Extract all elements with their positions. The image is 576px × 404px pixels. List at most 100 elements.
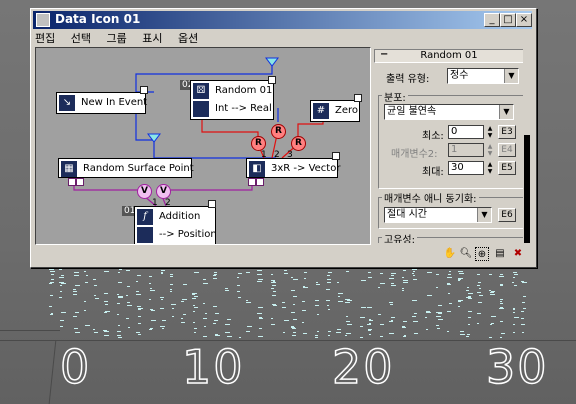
particle — [291, 277, 293, 278]
node-random-01[interactable]: ⚄ Random 01 Int --> Real — [190, 80, 274, 120]
node-random-surface-point[interactable]: ▦ Random Surface Point — [58, 158, 194, 178]
dice-icon: ⚄ — [193, 83, 209, 99]
v-circle[interactable]: V — [156, 184, 171, 199]
e4-button[interactable]: E4 — [498, 143, 516, 157]
particle — [50, 271, 55, 272]
zoom-region-icon[interactable]: ⊕ — [475, 247, 489, 261]
particle — [283, 332, 285, 333]
particle — [402, 327, 406, 328]
output-port[interactable] — [332, 152, 340, 160]
particle — [303, 333, 307, 334]
particle — [316, 282, 318, 283]
output-type-value: 정수 — [450, 70, 469, 81]
minimize-button[interactable]: _ — [484, 13, 500, 27]
particle — [105, 304, 108, 305]
menu-select[interactable]: 선택 — [71, 32, 91, 45]
particle — [466, 297, 471, 298]
particle — [118, 325, 120, 326]
max-spinner[interactable]: 30 — [448, 161, 484, 175]
scrollbar-thumb[interactable] — [524, 135, 530, 243]
particle — [213, 306, 217, 307]
particle — [49, 269, 54, 270]
spinner-arrows-icon[interactable]: ▲ ▼ — [486, 125, 494, 139]
menu-options[interactable]: 옵션 — [178, 32, 198, 45]
output-port[interactable] — [354, 94, 362, 102]
particle — [514, 317, 519, 318]
particle — [380, 283, 385, 284]
spinner-arrows-icon[interactable]: ▲ ▼ — [486, 161, 494, 175]
particle — [391, 283, 394, 284]
param2-spinner[interactable]: 1 — [448, 143, 484, 157]
r-circle[interactable]: R — [251, 136, 266, 151]
pan-hand-icon[interactable]: ✋ — [443, 247, 457, 261]
particle — [479, 295, 483, 296]
spinner-arrows-icon[interactable]: ▲ ▼ — [486, 143, 494, 157]
particle — [315, 337, 318, 338]
no-zoom-icon[interactable]: ✖ — [511, 247, 525, 261]
node-vector[interactable]: ◧ 3xR -> Vector — [246, 158, 340, 178]
node-addition[interactable]: f Addition --> Position — [134, 206, 217, 244]
node-label: Random Surface Point — [83, 163, 194, 174]
node-new-in-event[interactable]: ↘ New In Event — [56, 92, 147, 114]
particle — [227, 319, 231, 320]
output-port[interactable] — [208, 200, 216, 208]
particle — [137, 306, 141, 307]
v-circle[interactable]: V — [137, 184, 152, 199]
window-title: Data Icon 01 — [55, 12, 141, 26]
particle — [389, 321, 393, 322]
node-graph[interactable]: ↘ New In Event 02 ⚄ Random 01 Int --> Re… — [35, 47, 371, 245]
distribution-select[interactable]: 균일 불연속 ▼ — [384, 104, 514, 120]
particle — [127, 286, 130, 287]
zoom-extents-icon[interactable]: ▤ — [493, 247, 507, 261]
r-circle[interactable]: R — [271, 124, 286, 139]
particle — [213, 278, 217, 279]
port[interactable] — [248, 178, 256, 186]
close-button[interactable]: × — [516, 13, 532, 27]
port[interactable] — [76, 178, 84, 186]
e6-button[interactable]: E6 — [498, 208, 516, 222]
node-zero[interactable]: # Zero — [310, 100, 360, 122]
particle — [514, 274, 518, 275]
particle — [117, 303, 120, 304]
particle — [227, 336, 232, 337]
title-bar[interactable]: Data Icon 01 _ □ × — [33, 11, 532, 29]
particle — [513, 308, 515, 309]
particle — [104, 335, 109, 336]
particle — [258, 279, 263, 280]
menu-view[interactable]: 표시 — [142, 32, 162, 45]
param2-label: 매개변수2: — [391, 149, 438, 160]
window-icon — [36, 13, 50, 27]
particle — [257, 270, 262, 271]
e5-button[interactable]: E5 — [498, 161, 516, 175]
maximize-button[interactable]: □ — [500, 13, 516, 27]
chevron-down-icon: ▼ — [477, 208, 491, 222]
r-circle[interactable]: R — [291, 136, 306, 151]
panel-scrollbar[interactable] — [523, 49, 531, 243]
particle — [337, 329, 341, 330]
min-spinner[interactable]: 0 — [448, 125, 484, 139]
particle — [104, 312, 107, 313]
particle — [448, 293, 450, 294]
particle — [291, 326, 294, 327]
port[interactable] — [256, 178, 264, 186]
particle — [380, 324, 384, 325]
particle — [478, 302, 482, 303]
particle — [499, 308, 504, 309]
port[interactable] — [68, 178, 76, 186]
menu-edit[interactable]: 편집 — [35, 32, 55, 45]
particle — [303, 287, 308, 288]
anim-sync-select[interactable]: 절대 시간 ▼ — [384, 207, 492, 223]
particle — [404, 335, 406, 336]
particle — [436, 325, 439, 326]
output-port[interactable] — [140, 86, 148, 94]
menu-group[interactable]: 그룹 — [107, 32, 127, 45]
output-port[interactable] — [268, 76, 276, 84]
e3-button[interactable]: E3 — [498, 125, 516, 139]
zoom-icon[interactable]: 🔍︎ — [459, 247, 473, 261]
particle — [458, 278, 463, 279]
particle — [303, 286, 305, 287]
particle — [427, 295, 432, 296]
output-type-select[interactable]: 정수 ▼ — [447, 68, 519, 84]
rollout-header[interactable]: − Random 01 — [374, 49, 524, 63]
particle — [402, 288, 404, 289]
